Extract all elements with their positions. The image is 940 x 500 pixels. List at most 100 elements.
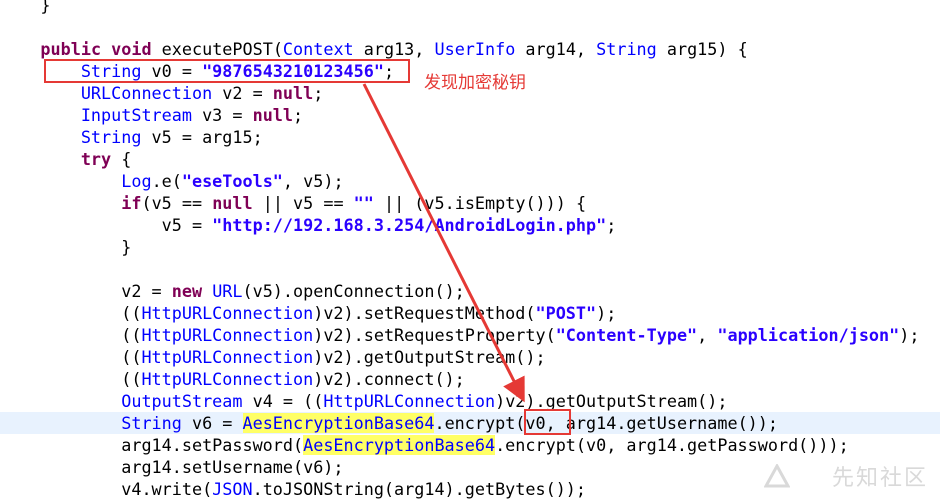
code-line[interactable]: if(v5 == null || v5 == "" || (v5.isEmpty… (0, 192, 940, 214)
code-token: void (111, 39, 152, 59)
code-token: Log (121, 171, 152, 191)
code-token: arg15) { (656, 39, 748, 59)
code-token: "http://192.168.3.254/AndroidLogin.php" (212, 215, 607, 235)
code-token: if (121, 193, 142, 213)
code-token: UserInfo (434, 39, 516, 59)
code-token: "eseTools" (181, 171, 283, 191)
code-line[interactable] (0, 258, 940, 280)
code-token: )v2).getOutputStream(); (313, 347, 546, 367)
secret-key-highlight-box (44, 59, 410, 83)
code-token: ; (313, 83, 324, 103)
code-line[interactable]: String v5 = arg15; (0, 126, 940, 148)
code-token: } (0, 0, 51, 15)
code-line[interactable]: String v6 = AesEncryptionBase64.encrypt(… (0, 412, 940, 434)
code-token: , (697, 325, 718, 345)
code-token: v4 = (( (242, 391, 324, 411)
code-token: ; (606, 215, 617, 235)
code-line[interactable]: OutputStream v4 = ((HttpURLConnection)v2… (0, 390, 940, 412)
code-token: null (252, 105, 294, 125)
code-token: .toJSONString(arg14).getBytes()); (252, 479, 586, 499)
code-token: .encrypt(v0, arg14.getPassword())); (495, 435, 849, 455)
code-token: .e( (151, 171, 182, 191)
code-token: v3 = (191, 105, 253, 125)
code-token: String (80, 127, 142, 147)
code-token: "POST" (535, 303, 597, 323)
code-token: || (v5.isEmpty())) { (373, 193, 587, 213)
watermark-logo-icon (764, 464, 790, 488)
code-token: "Content-Type" (555, 325, 698, 345)
code-token: JSON (212, 479, 253, 499)
code-token: ; (293, 105, 304, 125)
code-line[interactable]: ((HttpURLConnection)v2).connect(); (0, 368, 940, 390)
code-token: null (272, 83, 314, 103)
code-token: String (596, 39, 657, 59)
code-token: v2 = (0, 281, 172, 301)
code-token: (( (0, 303, 142, 323)
code-token: , v5); (282, 171, 344, 191)
code-line[interactable]: Log.e("eseTools", v5); (0, 170, 940, 192)
code-line[interactable]: } (0, 236, 940, 258)
code-token: (( (0, 347, 142, 367)
code-token: String (121, 413, 182, 433)
code-token: HttpURLConnection (141, 369, 314, 389)
code-line[interactable]: ((HttpURLConnection)v2).setRequestProper… (0, 324, 940, 346)
code-token: )v2).connect(); (313, 369, 465, 389)
code-token: (v5).openConnection(); (242, 281, 465, 301)
code-token: AesEncryptionBase64 (303, 435, 496, 455)
code-line[interactable]: v5 = "http://192.168.3.254/AndroidLogin.… (0, 214, 940, 236)
code-token: .encrypt(v0, arg14.getUsername()); (434, 413, 778, 433)
code-line[interactable]: ((HttpURLConnection)v2).getOutputStream(… (0, 346, 940, 368)
code-token: )v2).setRequestProperty( (313, 325, 556, 345)
code-token: "application/json" (717, 325, 900, 345)
code-token: v5 = arg15; (141, 127, 263, 147)
code-token: URLConnection (80, 83, 213, 103)
code-token: public (40, 39, 102, 59)
code-line[interactable]: } (0, 0, 940, 16)
code-token: || v5 == (252, 193, 354, 213)
code-token: (( (0, 325, 142, 345)
encrypt-arg-highlight-box (524, 409, 571, 435)
code-token: v2 = (212, 83, 273, 103)
code-line[interactable]: try { (0, 148, 940, 170)
code-line[interactable]: arg14.setPassword(AesEncryptionBase64.en… (0, 434, 940, 456)
code-line[interactable]: v4.write(JSON.toJSONString(arg14).getByt… (0, 478, 940, 500)
code-token: HttpURLConnection (141, 325, 314, 345)
code-token: arg13, (353, 39, 435, 59)
annotation-note: 发现加密秘钥 (424, 73, 526, 93)
code-token: "" (353, 193, 374, 213)
code-token: } (0, 237, 132, 257)
code-token: executePOST( (151, 39, 283, 59)
code-token: v5 = (0, 215, 213, 235)
code-token: v4.write( (0, 479, 213, 499)
watermark-text: 先知社区 (831, 466, 928, 491)
code-token: )v2).getOutputStream(); (495, 391, 728, 411)
code-token: (v5 == (141, 193, 213, 213)
code-line[interactable]: public void executePOST(Context arg13, U… (0, 38, 940, 60)
code-token: null (212, 193, 253, 213)
code-token: OutputStream (121, 391, 243, 411)
code-token: ); (596, 303, 617, 323)
code-token: (( (0, 369, 142, 389)
code-token: Context (282, 39, 354, 59)
code-line[interactable] (0, 16, 940, 38)
code-token: ); (899, 325, 920, 345)
code-line[interactable]: InputStream v3 = null; (0, 104, 940, 126)
code-line[interactable]: arg14.setUsername(v6); (0, 456, 940, 478)
code-line[interactable]: v2 = new URL(v5).openConnection(); (0, 280, 940, 302)
code-token: HttpURLConnection (323, 391, 496, 411)
code-token: arg14.setPassword( (0, 435, 304, 455)
code-token: )v2).setRequestMethod( (313, 303, 536, 323)
code-token: AesEncryptionBase64 (242, 413, 435, 433)
code-token: { (111, 149, 132, 169)
code-line[interactable]: ((HttpURLConnection)v2).setRequestMethod… (0, 302, 940, 324)
code-token: InputStream (80, 105, 192, 125)
